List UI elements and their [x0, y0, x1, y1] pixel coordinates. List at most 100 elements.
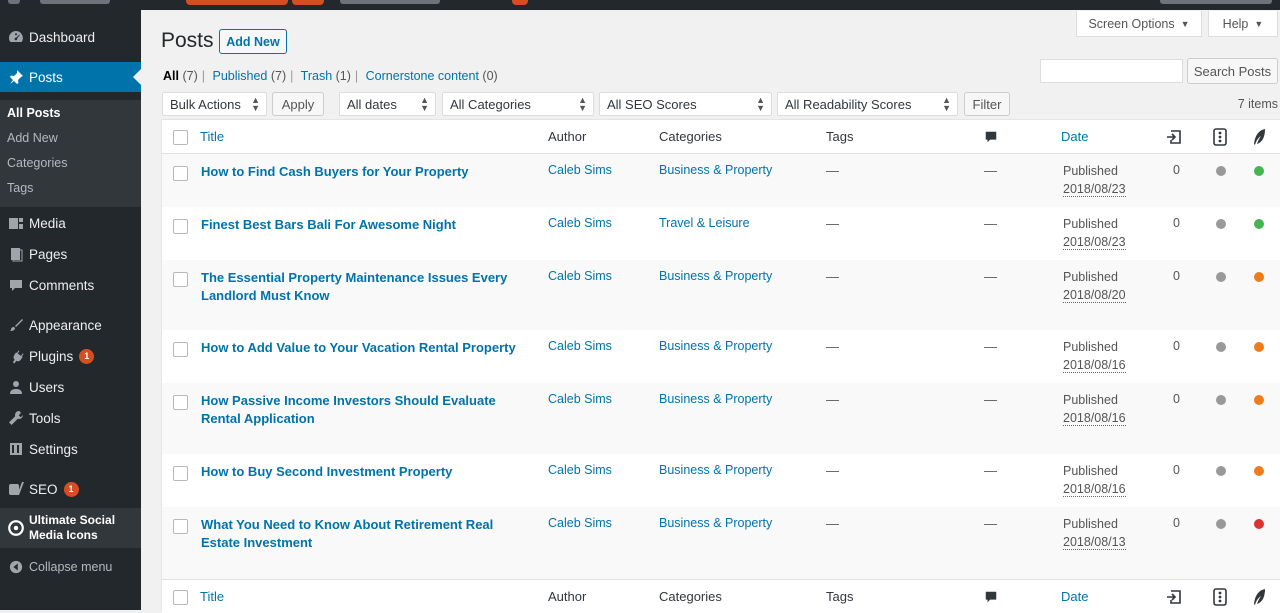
table-row: How to Add Value to Your Vacation Rental…: [162, 330, 1280, 383]
post-status: Published: [1063, 270, 1118, 284]
post-tags: —: [826, 269, 839, 284]
posts-submenu: All Posts Add New Categories Tags: [0, 100, 141, 207]
post-internal-links-count: 0: [1173, 269, 1180, 283]
submenu-item-categories[interactable]: Categories: [7, 156, 67, 170]
row-checkbox[interactable]: [173, 342, 188, 357]
post-title-link[interactable]: The Essential Property Maintenance Issue…: [201, 269, 536, 304]
admin-bar-account[interactable]: [1160, 0, 1272, 4]
select-arrows-icon: ▲ ▼: [942, 95, 951, 113]
post-internal-links-count: 0: [1173, 392, 1180, 406]
submenu-item-tags[interactable]: Tags: [7, 181, 33, 195]
sidebar-item-seo[interactable]: SEO 1: [0, 478, 141, 500]
post-title-link[interactable]: How to Find Cash Buyers for Your Propert…: [201, 163, 536, 181]
sidebar-item-pages[interactable]: Pages: [0, 243, 141, 265]
post-title-link[interactable]: Finest Best Bars Bali For Awesome Night: [201, 216, 536, 234]
sidebar-item-dashboard[interactable]: Dashboard: [0, 26, 141, 48]
apply-button[interactable]: Apply: [272, 92, 324, 116]
sidebar-item-ultimate-social-media-icons[interactable]: Ultimate Social Media Icons: [0, 508, 141, 548]
posts-table: Title Author Categories Tags Date How to…: [161, 119, 1280, 613]
bulk-actions-select[interactable]: Bulk Actions ▲ ▼: [162, 92, 267, 116]
sidebar-item-tools[interactable]: Tools: [0, 407, 141, 429]
admin-bar-notification[interactable]: [512, 0, 528, 5]
post-category-link[interactable]: Business & Property: [659, 392, 772, 406]
categories-select[interactable]: All Categories ▲ ▼: [442, 92, 594, 116]
post-author-link[interactable]: Caleb Sims: [548, 163, 612, 177]
post-internal-links-count: 0: [1173, 516, 1180, 530]
post-author-link[interactable]: Caleb Sims: [548, 392, 612, 406]
post-status: Published: [1063, 517, 1118, 531]
pages-icon: [6, 244, 26, 264]
sidebar-item-media[interactable]: Media: [0, 212, 141, 234]
sidebar-item-label: Media: [29, 215, 66, 231]
post-date-value: 2018/08/16: [1063, 357, 1126, 373]
column-date-sort[interactable]: Date: [1061, 589, 1088, 604]
readability-score-dot: [1254, 395, 1264, 405]
post-author-link[interactable]: Caleb Sims: [548, 339, 612, 353]
post-category-link[interactable]: Business & Property: [659, 163, 772, 177]
post-status: Published: [1063, 217, 1118, 231]
view-all[interactable]: All: [163, 69, 179, 83]
sidebar-item-settings[interactable]: Settings: [0, 438, 141, 460]
post-title-link[interactable]: How Passive Income Investors Should Eval…: [201, 392, 536, 427]
column-title-sort[interactable]: Title: [200, 129, 224, 144]
sidebar-item-comments[interactable]: Comments: [0, 274, 141, 296]
sidebar-item-appearance[interactable]: Appearance: [0, 314, 141, 336]
post-tags: —: [826, 463, 839, 478]
comment-icon[interactable]: [984, 590, 998, 607]
readability-score-icon: [1251, 588, 1267, 609]
post-category-link[interactable]: Business & Property: [659, 339, 772, 353]
view-published[interactable]: Published: [212, 69, 267, 83]
post-title-link[interactable]: What You Need to Know About Retirement R…: [201, 516, 536, 551]
post-title-link[interactable]: How to Add Value to Your Vacation Rental…: [201, 339, 536, 357]
post-category-link[interactable]: Travel & Leisure: [659, 216, 750, 230]
row-checkbox[interactable]: [173, 395, 188, 410]
sidebar-item-posts[interactable]: Posts: [0, 62, 141, 92]
post-title-line: How to Find Cash Buyers for Your Propert…: [201, 164, 469, 179]
post-author-link[interactable]: Caleb Sims: [548, 269, 612, 283]
submenu-item-all-posts[interactable]: All Posts: [7, 106, 61, 120]
admin-bar-site-name[interactable]: [40, 0, 110, 4]
help-button[interactable]: Help ▼: [1208, 11, 1278, 37]
filter-button[interactable]: Filter: [964, 92, 1010, 116]
comment-icon[interactable]: [984, 130, 998, 147]
select-all-checkbox[interactable]: [173, 590, 188, 605]
dates-select[interactable]: All dates ▲ ▼: [339, 92, 436, 116]
seo-scores-select[interactable]: All SEO Scores ▲ ▼: [599, 92, 772, 116]
sidebar-item-label: Collapse menu: [29, 560, 113, 574]
row-checkbox[interactable]: [173, 166, 188, 181]
search-input[interactable]: [1040, 59, 1183, 83]
post-author-link[interactable]: Caleb Sims: [548, 216, 612, 230]
seo-score-icon: [1213, 588, 1227, 609]
screen-options-button[interactable]: Screen Options ▼: [1076, 11, 1202, 37]
column-date-sort[interactable]: Date: [1061, 129, 1088, 144]
items-count: 7 items: [1237, 97, 1278, 111]
wordpress-logo-icon[interactable]: [8, 0, 20, 4]
submenu-item-add-new[interactable]: Add New: [7, 131, 58, 145]
sidebar-item-users[interactable]: Users: [0, 376, 141, 398]
sidebar-collapse-menu[interactable]: Collapse menu: [0, 556, 141, 578]
post-title-link[interactable]: How to Buy Second Investment Property: [201, 463, 536, 481]
post-author-link[interactable]: Caleb Sims: [548, 516, 612, 530]
select-all-checkbox[interactable]: [173, 130, 188, 145]
post-category-link[interactable]: Business & Property: [659, 463, 772, 477]
post-tags: —: [826, 163, 839, 178]
post-category-link[interactable]: Business & Property: [659, 516, 772, 530]
row-checkbox[interactable]: [173, 272, 188, 287]
post-author-link[interactable]: Caleb Sims: [548, 463, 612, 477]
view-count: (7): [182, 69, 198, 83]
sidebar-item-label: Tools: [29, 410, 61, 426]
column-title-sort[interactable]: Title: [200, 589, 224, 604]
post-category-link[interactable]: Business & Property: [659, 269, 772, 283]
add-new-button[interactable]: Add New: [219, 29, 287, 54]
row-checkbox[interactable]: [173, 519, 188, 534]
sidebar-item-plugins[interactable]: Plugins 1: [0, 345, 141, 367]
view-trash[interactable]: Trash: [301, 69, 333, 83]
row-checkbox[interactable]: [173, 219, 188, 234]
search-posts-button[interactable]: Search Posts: [1187, 58, 1278, 84]
post-comments: —: [984, 339, 997, 354]
post-date-value: 2018/08/23: [1063, 234, 1126, 250]
row-checkbox[interactable]: [173, 466, 188, 481]
admin-bar-quick-links[interactable]: [340, 0, 440, 4]
readability-scores-select[interactable]: All Readability Scores ▲ ▼: [777, 92, 958, 116]
view-cornerstone[interactable]: Cornerstone content: [366, 69, 479, 83]
